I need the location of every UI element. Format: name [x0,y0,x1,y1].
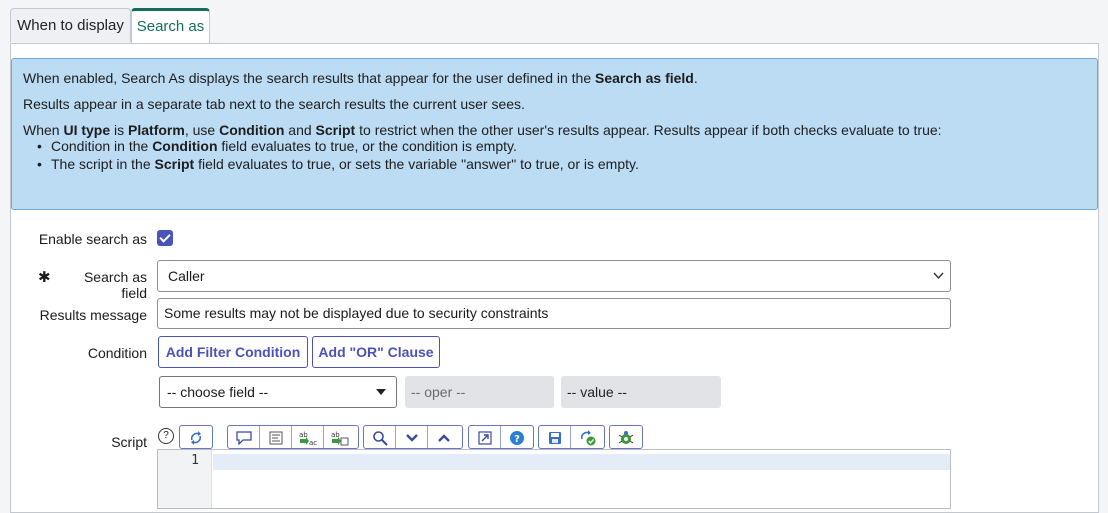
info-line-2: Results appear in a separate tab next to… [23,96,525,112]
find-next-icon[interactable] [396,426,428,448]
svg-text:ab: ab [299,431,308,439]
add-filter-condition-button[interactable]: Add Filter Condition [158,336,308,368]
info-text: When [23,122,64,138]
toolbar-group-save [538,425,605,449]
info-text: is [110,122,129,138]
svg-text:ab: ab [331,431,340,439]
choose-field-value: -- choose field -- [167,384,269,400]
choose-field-select[interactable]: -- choose field -- [159,376,397,408]
enable-search-as-label: Enable search as [38,231,147,247]
results-message-label: Results message [39,307,147,323]
tab-search-as[interactable]: Search as [131,8,210,44]
info-text: , use [184,122,220,138]
info-text: The script in the [51,156,155,172]
align-text-icon[interactable] [260,426,292,448]
replace-all-icon[interactable]: ab [324,426,356,448]
operator-field: -- oper -- [405,376,554,408]
svg-text:ac: ac [309,439,317,446]
question-icon[interactable]: ? [501,426,533,448]
toolbar-group-search [363,425,463,449]
tab-when-to-display[interactable]: When to display [10,8,131,42]
info-bullet: Condition in the Condition field evaluat… [23,137,639,155]
find-previous-icon[interactable] [428,426,460,448]
search-as-field-label: Search as field [83,269,147,301]
enable-search-as-checkbox[interactable] [157,230,173,246]
toolbar-group-format [179,425,213,449]
search-icon[interactable] [364,426,396,448]
condition-label: Condition [87,345,147,361]
info-text: field evaluates to true, or the conditio… [217,138,517,154]
caret-down-icon [376,377,386,419]
info-text: field evaluates to true, or sets the var… [194,156,639,172]
syntax-check-icon[interactable] [572,426,604,448]
info-text: and [284,122,316,138]
line-number: 1 [191,453,199,468]
add-or-clause-button[interactable]: Add "OR" Clause [312,336,440,368]
toolbar-group-window: ? [468,425,534,449]
value-field: -- value -- [561,376,721,408]
replace-icon[interactable]: ab ac [292,426,324,448]
info-bold: Condition [219,122,285,138]
info-bold: Condition [152,138,218,154]
info-bold: Script [315,122,356,138]
active-line[interactable] [213,454,950,470]
svg-text:?: ? [514,434,520,445]
toolbar-group-edit: ab ac ab [227,425,359,449]
search-as-field-select[interactable]: Caller [157,260,951,292]
info-message-box: When enabled, Search As displays the sea… [11,58,1098,210]
info-bold: Search as field [595,70,694,86]
info-bullet: The script in the Script field evaluates… [23,155,639,173]
script-label: Script [111,434,147,450]
save-icon[interactable] [539,426,571,448]
search-as-field-value: Caller [168,268,205,284]
chevron-down-icon [933,261,944,303]
info-bold: Script [154,156,195,172]
line-number-gutter: 1 [158,450,212,508]
info-text: When enabled, Search As displays the sea… [23,70,596,86]
info-bullets: Condition in the Condition field evaluat… [23,137,639,173]
info-text: Condition in the [51,138,153,154]
info-bold: UI type [63,122,111,138]
comment-icon[interactable] [228,426,260,448]
help-icon[interactable]: ? [158,428,174,444]
results-message-input[interactable]: Some results may not be displayed due to… [157,298,951,329]
script-editor[interactable]: 1 [157,449,951,509]
info-text: . [693,70,698,86]
expand-icon[interactable] [469,426,501,448]
toolbar-group-debug [609,425,643,449]
info-bold: Platform [128,122,185,138]
format-code-icon[interactable] [180,426,212,448]
info-line-1: When enabled, Search As displays the sea… [23,69,698,87]
debug-icon[interactable] [610,426,642,448]
info-text: to restrict when the other user's result… [355,122,942,138]
required-icon: ✱ [38,269,51,286]
